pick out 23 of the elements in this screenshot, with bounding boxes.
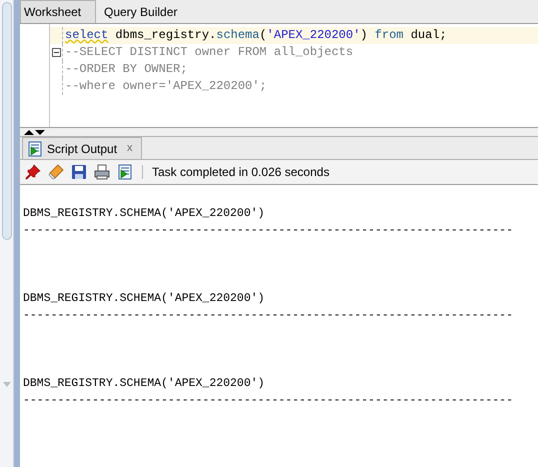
- header-underline: -----------------------------------------------------------------------: [23, 393, 513, 409]
- close-button[interactable]: x: [127, 140, 133, 157]
- result-column-header: DBMS_REGISTRY.SCHEMA('APEX_220200'): [23, 206, 265, 222]
- save-icon[interactable]: [71, 164, 87, 180]
- result-column-header: DBMS_REGISTRY.SCHEMA('APEX_220200'): [23, 291, 265, 307]
- output-tab[interactable]: Script Output x: [22, 137, 142, 159]
- editor-tab[interactable]: Query Builder: [96, 0, 186, 23]
- fold-toggle-icon[interactable]: [52, 48, 60, 57]
- printer-icon[interactable]: [94, 164, 110, 180]
- header-underline: -----------------------------------------------------------------------: [23, 308, 513, 324]
- header-underline: -----------------------------------------------------------------------: [23, 223, 513, 239]
- run-script-icon[interactable]: [117, 164, 133, 180]
- code-line: --where owner='APEX_220200';: [65, 78, 267, 95]
- run-script-icon[interactable]: [27, 140, 43, 156]
- code-line: --ORDER BY OWNER;: [65, 61, 188, 78]
- pushpin-icon[interactable]: [25, 164, 41, 180]
- code-line: select dbms_registry.schema('APEX_220200') from dual;: [65, 27, 447, 44]
- code-line: --SELECT DISTINCT owner FROM all_objects: [65, 44, 354, 61]
- status-text: Task completed in 0.026 seconds: [152, 164, 330, 181]
- eraser-icon[interactable]: [48, 164, 64, 180]
- scrollbar-thumb[interactable]: [2, 2, 12, 240]
- result-column-header: DBMS_REGISTRY.SCHEMA('APEX_220200'): [23, 376, 265, 392]
- editor-tab[interactable]: Worksheet: [20, 0, 96, 23]
